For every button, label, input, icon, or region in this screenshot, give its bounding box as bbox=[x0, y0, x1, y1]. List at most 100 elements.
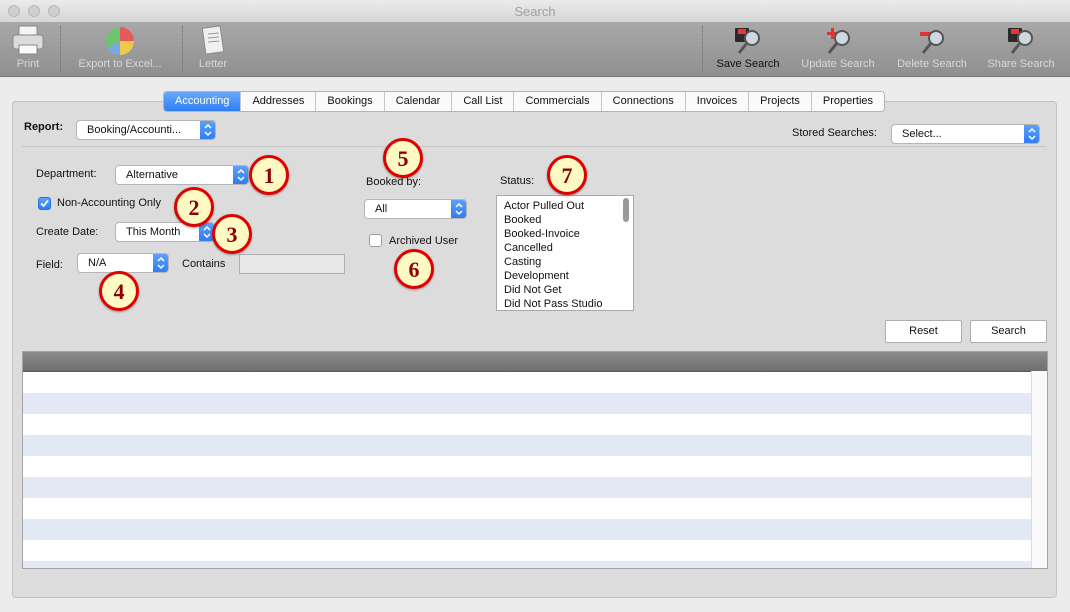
department-label: Department: bbox=[36, 168, 97, 180]
table-row[interactable] bbox=[23, 456, 1032, 477]
print-button[interactable]: Print bbox=[6, 24, 50, 70]
chevron-updown-icon bbox=[1024, 125, 1039, 143]
export-excel-button[interactable]: Export to Excel... bbox=[72, 24, 168, 70]
status-item-did-not-pass-studio[interactable]: Did Not Pass Studio bbox=[497, 297, 633, 310]
results-table[interactable] bbox=[22, 351, 1048, 569]
results-header bbox=[23, 352, 1047, 372]
table-row[interactable] bbox=[23, 414, 1032, 435]
stored-searches-value: Select... bbox=[902, 128, 942, 140]
tab-addresses[interactable]: Addresses bbox=[241, 92, 317, 111]
status-scrollbar[interactable] bbox=[623, 198, 629, 222]
letter-icon bbox=[201, 25, 225, 55]
booked-by-select[interactable]: All bbox=[364, 199, 467, 219]
annotation-badge-3: 3 bbox=[212, 214, 252, 254]
delete-search-button[interactable]: Delete Search bbox=[892, 24, 972, 70]
chevron-updown-icon bbox=[153, 254, 168, 272]
non-accounting-label: Non-Accounting Only bbox=[57, 197, 161, 209]
field-value: N/A bbox=[88, 257, 107, 269]
toolbar-separator bbox=[60, 26, 61, 72]
status-item-booked[interactable]: Booked bbox=[497, 213, 633, 227]
reset-button[interactable]: Reset bbox=[885, 320, 962, 343]
delete-search-icon bbox=[920, 30, 944, 54]
tab-bookings[interactable]: Bookings bbox=[316, 92, 385, 111]
status-list[interactable]: Actor Pulled Out Booked Booked-Invoice C… bbox=[496, 195, 634, 311]
report-value: Booking/Accounti... bbox=[87, 124, 182, 136]
stored-searches-select[interactable]: Select... bbox=[891, 124, 1040, 144]
table-row[interactable] bbox=[23, 561, 1032, 568]
toolbar-separator bbox=[182, 26, 183, 72]
table-row[interactable] bbox=[23, 372, 1032, 393]
search-button[interactable]: Search bbox=[970, 320, 1047, 343]
table-row[interactable] bbox=[23, 519, 1032, 540]
update-search-label: Update Search bbox=[801, 58, 875, 70]
create-date-value: This Month bbox=[126, 226, 181, 238]
update-search-button[interactable]: Update Search bbox=[796, 24, 880, 70]
tab-projects[interactable]: Projects bbox=[749, 92, 812, 111]
annotation-badge-4: 4 bbox=[99, 271, 139, 311]
printer-icon bbox=[12, 25, 44, 55]
table-row[interactable] bbox=[23, 477, 1032, 498]
report-label: Report: bbox=[24, 121, 64, 133]
field-label: Field: bbox=[36, 259, 63, 271]
tab-accounting[interactable]: Accounting bbox=[164, 92, 242, 111]
contains-label: Contains bbox=[182, 258, 226, 270]
results-scrollbar[interactable] bbox=[1031, 371, 1047, 568]
toolbar: Print Export to Excel... Letter Save Sea… bbox=[0, 22, 1070, 77]
archived-user-label: Archived User bbox=[389, 235, 459, 247]
booked-by-value: All bbox=[375, 203, 388, 215]
department-value: Alternative bbox=[126, 169, 178, 181]
update-search-icon bbox=[827, 28, 850, 54]
archived-user-checkbox[interactable] bbox=[369, 234, 382, 247]
booked-by-label: Booked by: bbox=[366, 176, 422, 188]
checkmark-icon bbox=[40, 199, 49, 208]
section-divider bbox=[22, 146, 1046, 147]
table-row[interactable] bbox=[23, 540, 1032, 561]
annotation-badge-7: 7 bbox=[547, 155, 587, 195]
table-row[interactable] bbox=[23, 498, 1032, 519]
status-item-actor-pulled-out[interactable]: Actor Pulled Out bbox=[497, 199, 633, 213]
status-item-casting[interactable]: Casting bbox=[497, 255, 633, 269]
tab-invoices[interactable]: Invoices bbox=[685, 92, 750, 111]
report-select[interactable]: Booking/Accounti... bbox=[76, 120, 216, 140]
status-item-did-not-get[interactable]: Did Not Get bbox=[497, 283, 633, 297]
chevron-updown-icon bbox=[233, 166, 248, 184]
create-date-label: Create Date: bbox=[36, 226, 99, 238]
annotation-badge-2: 2 bbox=[174, 187, 214, 227]
chevron-updown-icon bbox=[451, 200, 466, 218]
annotation-badge-5: 5 bbox=[383, 138, 423, 178]
status-label: Status: bbox=[500, 175, 535, 187]
non-accounting-checkbox[interactable] bbox=[38, 197, 51, 210]
export-label: Export to Excel... bbox=[78, 58, 162, 70]
tab-calendar[interactable]: Calendar bbox=[384, 92, 453, 111]
table-row[interactable] bbox=[23, 435, 1032, 456]
share-search-icon bbox=[1008, 28, 1033, 54]
tab-commercials[interactable]: Commercials bbox=[514, 92, 602, 111]
window-title: Search bbox=[514, 4, 556, 19]
status-item-booked-invoice[interactable]: Booked-Invoice bbox=[497, 227, 633, 241]
status-item-development[interactable]: Development bbox=[497, 269, 633, 283]
contains-input[interactable] bbox=[239, 254, 345, 274]
tab-call-list[interactable]: Call List bbox=[452, 92, 515, 111]
status-item-cancelled[interactable]: Cancelled bbox=[497, 241, 633, 255]
letter-label: Letter bbox=[198, 58, 228, 70]
annotation-badge-6: 6 bbox=[394, 249, 434, 289]
tab-bar: Accounting Addresses Bookings Calendar C… bbox=[163, 91, 886, 112]
chevron-updown-icon bbox=[200, 121, 215, 139]
save-search-label: Save Search bbox=[716, 58, 780, 70]
toolbar-separator bbox=[702, 26, 703, 72]
delete-search-label: Delete Search bbox=[897, 58, 967, 70]
table-row[interactable] bbox=[23, 393, 1032, 414]
title-bar: Search bbox=[0, 0, 1070, 23]
print-label: Print bbox=[16, 58, 40, 70]
tab-connections[interactable]: Connections bbox=[601, 92, 686, 111]
field-select[interactable]: N/A bbox=[77, 253, 169, 273]
share-search-button[interactable]: Share Search bbox=[984, 24, 1058, 70]
tab-properties[interactable]: Properties bbox=[811, 92, 885, 111]
save-search-button[interactable]: Save Search bbox=[712, 24, 784, 70]
letter-button[interactable]: Letter bbox=[192, 24, 234, 70]
department-select[interactable]: Alternative bbox=[115, 165, 249, 185]
stored-searches-label: Stored Searches: bbox=[792, 127, 877, 139]
share-search-label: Share Search bbox=[987, 58, 1055, 70]
annotation-badge-1: 1 bbox=[249, 155, 289, 195]
save-search-icon bbox=[735, 28, 760, 54]
